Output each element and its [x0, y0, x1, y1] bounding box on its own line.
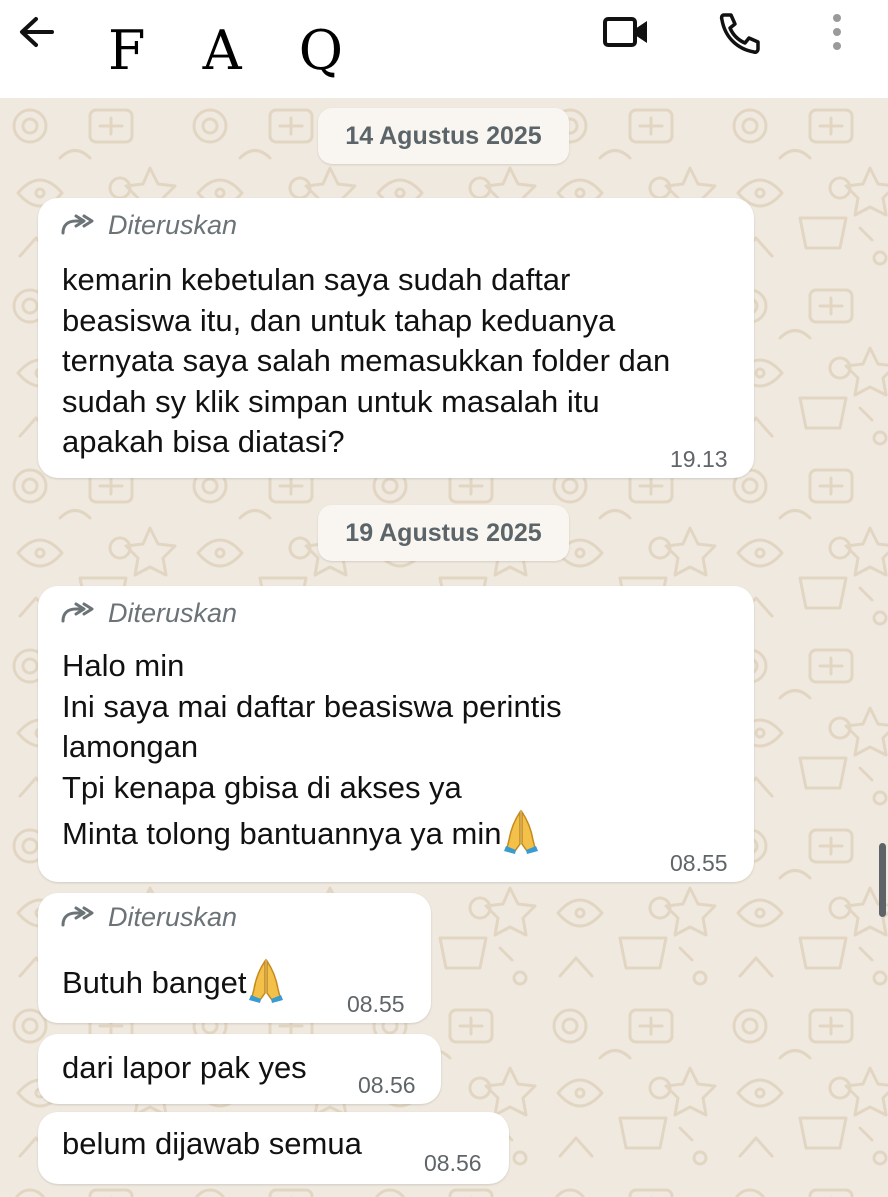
message-line: ternyata saya salah memasukkan folder da… [62, 343, 671, 378]
message-time: 08.55 [670, 850, 728, 876]
forwarded-label: Diteruskan [60, 900, 237, 934]
message-text: dari lapor pak yes [62, 1050, 307, 1085]
video-call-button[interactable] [601, 10, 651, 56]
message-text: belum dijawab semua [62, 1126, 362, 1161]
message-bubble[interactable]: Diteruskan Butuh banget 08.55 [38, 893, 431, 1023]
message-bubble[interactable]: belum dijawab semua 08.56 [38, 1112, 509, 1184]
voice-call-button[interactable] [714, 10, 764, 56]
message-line: lamongan [62, 729, 199, 764]
message-bubble[interactable]: dari lapor pak yes 08.56 [38, 1034, 441, 1104]
arrow-left-icon [20, 17, 54, 47]
forwarded-text: Diteruskan [108, 901, 238, 932]
chat-title[interactable]: F A Q [108, 18, 363, 84]
message-time: 08.56 [358, 1072, 416, 1098]
message-text: Halo min Ini saya mai daftar beasiswa pe… [62, 646, 562, 855]
scrollbar-thumb[interactable] [879, 843, 886, 917]
video-camera-icon [603, 17, 647, 47]
date-divider: 14 Agustus 2025 [318, 108, 569, 164]
message-text: Butuh banget [62, 957, 284, 1004]
message-line: apakah bisa diatasi? [62, 424, 345, 459]
folded-hands-icon [249, 958, 284, 1003]
message-text: kemarin kebetulan saya sudah daftar beas… [62, 260, 670, 463]
phone-icon [719, 13, 760, 54]
message-line: Minta tolong bantuannya ya min [62, 808, 562, 855]
forwarded-text: Diteruskan [108, 597, 238, 628]
chat-header: F A Q [0, 0, 888, 98]
message-time: 08.55 [347, 991, 405, 1017]
forwarded-label: Diteruskan [60, 208, 237, 242]
message-line: sudah sy klik simpan untuk masalah itu [62, 383, 600, 419]
chat-area[interactable]: 14 Agustus 2025 Diteruskan kemarin kebet… [0, 98, 888, 1197]
message-bubble[interactable]: Diteruskan kemarin kebetulan saya sudah … [38, 198, 754, 478]
message-line: beasiswa itu, dan untuk tahap keduanya [62, 302, 616, 338]
forward-icon [61, 214, 94, 235]
message-line: Halo min [62, 648, 185, 683]
forward-icon [61, 906, 94, 927]
more-options-button[interactable] [820, 10, 854, 56]
message-time: 19.13 [670, 446, 728, 472]
more-vertical-icon [833, 14, 841, 50]
message-line: kemarin kebetulan saya sudah daftar [62, 262, 571, 297]
message-time: 08.56 [424, 1150, 482, 1176]
forwarded-label: Diteruskan [60, 596, 237, 630]
forwarded-text: Diteruskan [108, 209, 238, 240]
message-line: Ini saya mai daftar beasiswa perintis [62, 688, 562, 724]
message-line: Tpi kenapa gbisa di akses ya [62, 769, 462, 805]
back-button[interactable] [14, 12, 58, 56]
message-line-text: Minta tolong bantuannya ya min [62, 816, 502, 851]
message-bubble[interactable]: Diteruskan Halo min Ini saya mai daftar … [38, 586, 754, 882]
forward-icon [61, 602, 94, 623]
message-line-text: Butuh banget [62, 965, 247, 1000]
date-divider: 19 Agustus 2025 [318, 505, 569, 561]
folded-hands-icon [504, 809, 539, 854]
